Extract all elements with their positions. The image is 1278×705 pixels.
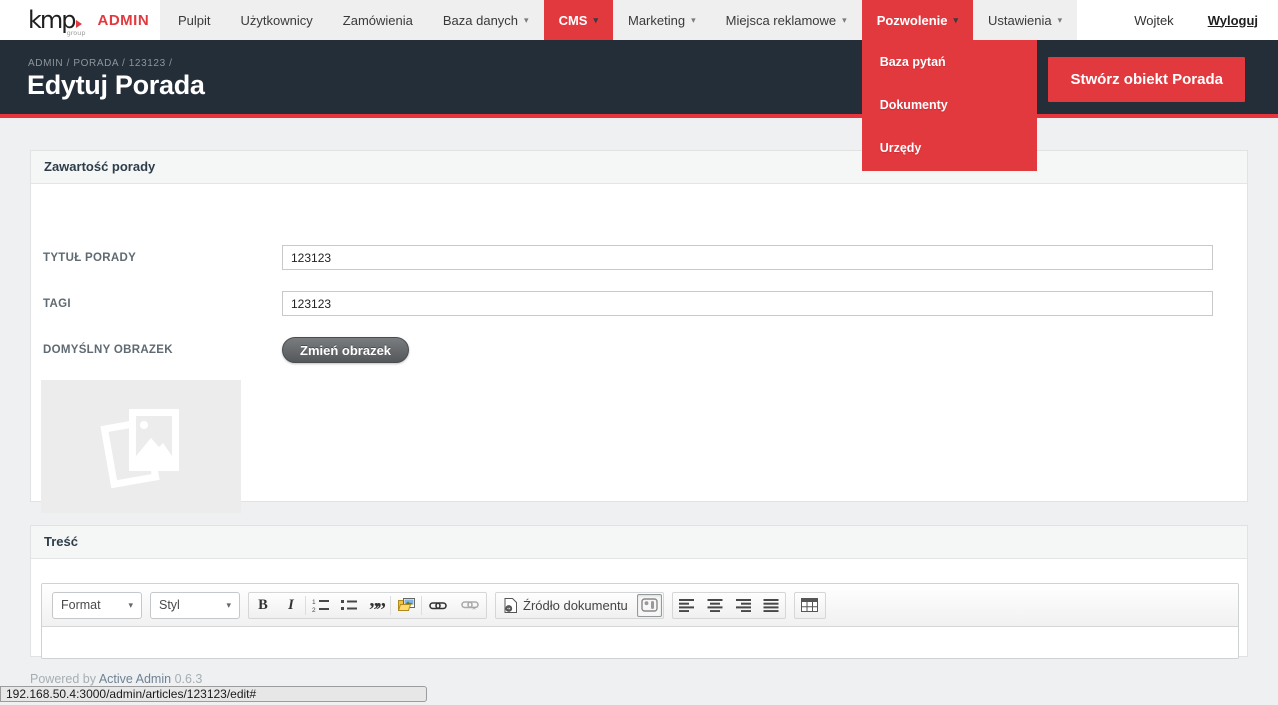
insert-table-icon	[801, 598, 819, 612]
caret-down-icon: ▾	[226, 599, 231, 610]
browser-status-bar: 192.168.50.4:3000/admin/articles/123123/…	[0, 686, 427, 702]
formatting-group: B I 1 2 ”” ×	[248, 591, 487, 620]
create-porada-button[interactable]: Stwórz obiekt Porada	[1048, 57, 1245, 102]
nav-item-cms[interactable]: CMS ▾	[543, 0, 613, 40]
nav-item-zamowienia[interactable]: Zamówienia	[328, 0, 428, 40]
top-nav: kmp group ADMIN Pulpit Użytkownicy Zamów…	[0, 0, 1278, 171]
svg-text:2: 2	[312, 607, 316, 613]
italic-button[interactable]: I	[277, 593, 305, 618]
pozwolenie-dropdown: Baza pytań Dokumenty Urzędy	[861, 40, 1037, 171]
editor-toolbar: Format ▾ Styl ▾ B I 1 2 ”” × Źródło doku…	[42, 584, 1238, 627]
tytul-porady-input[interactable]	[282, 245, 1213, 270]
insert-image-icon	[397, 597, 415, 611]
change-image-button[interactable]: Zmień obrazek	[282, 337, 410, 363]
bold-icon: B	[258, 596, 268, 613]
current-user: Wojtek	[1134, 12, 1174, 28]
numbered-list-icon: 1 2	[312, 599, 329, 613]
align-left-icon	[678, 599, 694, 612]
version-text: 0.6.3	[174, 672, 203, 686]
nav-item-miejsca-reklamowe[interactable]: Miejsca reklamowe ▾	[711, 0, 862, 40]
insert-table-button[interactable]	[795, 593, 825, 618]
bullet-list-button[interactable]	[334, 593, 362, 618]
dropdown-item-baza-pytan[interactable]: Baza pytań	[862, 40, 1037, 83]
nav-item-uzytkownicy[interactable]: Użytkownicy	[226, 0, 328, 40]
align-center-icon	[707, 599, 723, 612]
unlink-icon: ×	[461, 601, 479, 612]
nav-item-pozwolenie[interactable]: Pozwolenie ▾ Baza pytań Dokumenty Urzędy	[861, 0, 1037, 171]
nav-item-ustawienia[interactable]: Ustawienia ▾	[973, 0, 1077, 40]
show-blocks-button[interactable]	[636, 593, 662, 617]
bold-button[interactable]: B	[249, 593, 277, 618]
caret-down-icon: ▾	[691, 14, 696, 25]
blockquote-button[interactable]: ””	[362, 593, 390, 620]
admin-label: ADMIN	[97, 11, 150, 29]
align-justify-icon	[763, 599, 779, 612]
nav-item-baza-danych[interactable]: Baza danych ▾	[428, 0, 544, 40]
rich-text-editor: Format ▾ Styl ▾ B I 1 2 ”” × Źródło doku…	[41, 583, 1239, 659]
main-menu: Pulpit Użytkownicy Zamówienia Baza danyc…	[160, 0, 1078, 171]
alignment-group	[671, 591, 786, 619]
panel-zawartosc-porady: Zawartość porady TYTUŁ PORADY TAGI DOMYŚ…	[30, 150, 1248, 513]
tagi-input[interactable]	[282, 291, 1213, 316]
caret-down-icon: ▾	[593, 14, 598, 25]
styl-select[interactable]: Styl ▾	[150, 591, 240, 619]
unlink-button[interactable]: ×	[454, 593, 486, 618]
show-blocks-icon	[641, 598, 658, 612]
caret-down-icon: ▾	[128, 599, 133, 610]
panel-title: Zawartość porady	[31, 151, 1247, 184]
photo-placeholder-icon	[100, 408, 179, 488]
bullet-list-icon	[340, 599, 357, 610]
svg-text:×: ×	[472, 606, 476, 612]
logout-link[interactable]: Wyloguj	[1208, 13, 1258, 28]
nav-item-marketing[interactable]: Marketing ▾	[613, 0, 711, 40]
default-image-preview	[41, 380, 241, 513]
caret-down-icon: ▾	[842, 14, 847, 25]
logo-arrow-icon	[75, 20, 82, 28]
format-select[interactable]: Format ▾	[52, 591, 142, 619]
svg-text:1: 1	[312, 599, 316, 606]
caret-down-icon: ▾	[953, 14, 959, 25]
label-domyslny-obrazek: DOMYŚLNY OBRAZEK	[43, 344, 173, 356]
align-right-icon	[735, 599, 751, 612]
align-left-button[interactable]	[673, 593, 701, 618]
screen: kmp group ADMIN Pulpit Użytkownicy Zamów…	[0, 0, 1278, 705]
caret-down-icon: ▾	[524, 14, 529, 25]
label-tagi: TAGI	[43, 298, 71, 310]
page-title: Edytuj Porada	[27, 70, 205, 100]
align-center-button[interactable]	[701, 593, 729, 618]
footer: Powered by Active Admin 0.6.3	[30, 672, 202, 686]
editor-content-area[interactable]	[42, 628, 1238, 658]
numbered-list-button[interactable]: 1 2	[306, 593, 334, 618]
italic-icon: I	[288, 596, 294, 613]
page-header: ADMIN / PORADA / 123123 / Edytuj Porada …	[0, 40, 1278, 118]
document-source-icon	[504, 597, 517, 613]
source-group: Źródło dokumentu	[495, 591, 664, 619]
user-area: Wojtek Wyloguj	[1077, 0, 1278, 40]
label-tytul-porady: TYTUŁ PORADY	[43, 252, 137, 264]
dropdown-item-dokumenty[interactable]: Dokumenty	[862, 83, 1037, 126]
logo-subtext: group	[66, 28, 86, 37]
align-right-button[interactable]	[729, 593, 757, 618]
caret-down-icon: ▾	[1057, 14, 1063, 25]
panel-title: Treść	[31, 526, 1247, 559]
dropdown-item-urzedy[interactable]: Urzędy	[862, 126, 1037, 169]
powered-by-text: Powered by	[30, 672, 97, 686]
table-group	[793, 591, 826, 619]
link-icon	[429, 601, 447, 609]
breadcrumb[interactable]: ADMIN / PORADA / 123123 /	[28, 58, 173, 69]
logo[interactable]: kmp group ADMIN	[0, 0, 160, 40]
panel-tresc: Treść Format ▾ Styl ▾ B I 1 2 ”” × Źródł…	[30, 525, 1248, 659]
insert-image-button[interactable]	[391, 593, 421, 618]
source-button[interactable]: Źródło dokumentu	[496, 593, 636, 618]
align-justify-button[interactable]	[757, 593, 785, 618]
active-admin-link[interactable]: Active Admin	[99, 672, 171, 686]
nav-item-pulpit[interactable]: Pulpit	[163, 0, 226, 40]
link-button[interactable]	[422, 593, 454, 618]
